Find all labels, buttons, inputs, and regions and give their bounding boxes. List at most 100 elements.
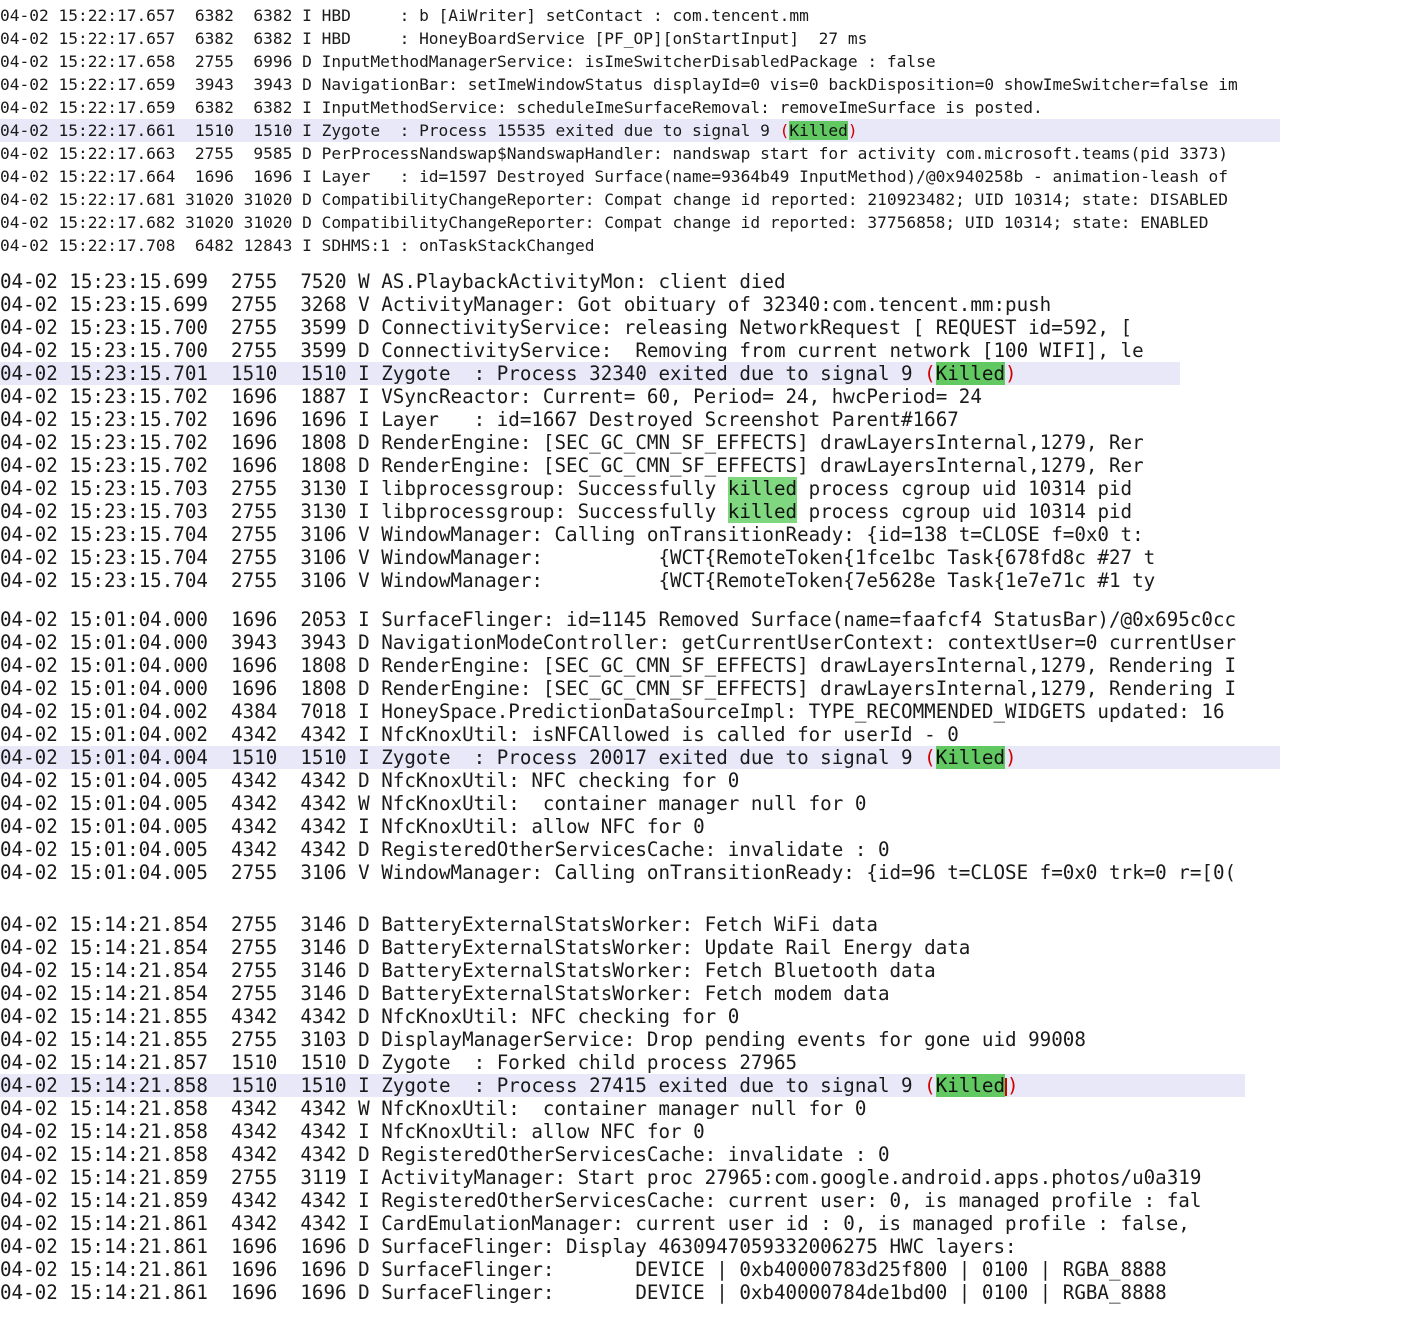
log-line[interactable]: 04-02 15:22:17.658 2755 6996 D InputMeth… [0,50,1280,73]
log-line[interactable]: 04-02 15:23:15.702 1696 1808 D RenderEng… [0,431,1180,454]
log-block-1: 04-02 15:22:17.657 6382 6382 I HBD : b [… [0,4,1280,257]
paren-close: ) [1005,746,1017,769]
log-line-text: 04-02 15:14:21.857 1510 1510 D Zygote : … [0,1051,798,1074]
log-line-text: 04-02 15:01:04.004 1510 1510 I Zygote : … [0,746,925,769]
paren-open: ( [924,362,936,385]
log-line[interactable]: 04-02 15:22:17.681 31020 31020 D Compati… [0,188,1280,211]
log-line[interactable]: 04-02 15:14:21.858 4342 4342 I NfcKnoxUt… [0,1120,1245,1143]
log-line[interactable]: 04-02 15:23:15.700 2755 3599 D Connectiv… [0,339,1180,362]
log-line[interactable]: 04-02 15:14:21.861 1696 1696 D SurfaceFl… [0,1258,1245,1281]
log-line-highlighted[interactable]: 04-02 15:23:15.701 1510 1510 I Zygote : … [0,362,1180,385]
log-line[interactable]: 04-02 15:22:17.657 6382 6382 I HBD : b [… [0,4,1280,27]
log-block-2: 04-02 15:23:15.699 2755 7520 W AS.Playba… [0,270,1180,592]
log-line[interactable]: 04-02 15:23:15.703 2755 3130 I libproces… [0,477,1180,500]
paren-open: ( [924,746,936,769]
log-line[interactable]: 04-02 15:01:04.002 4342 4342 I NfcKnoxUt… [0,723,1280,746]
log-line[interactable]: 04-02 15:01:04.002 4384 7018 I HoneySpac… [0,700,1280,723]
log-line-text: 04-02 15:22:17.659 6382 6382 I InputMeth… [0,98,1043,117]
log-line-text: 04-02 15:22:17.663 2755 9585 D PerProces… [0,144,1228,163]
log-line-text: 04-02 15:01:04.005 4342 4342 I NfcKnoxUt… [0,815,705,838]
log-line-text: 04-02 15:14:21.858 4342 4342 I NfcKnoxUt… [0,1120,705,1143]
log-line[interactable]: 04-02 15:14:21.857 1510 1510 D Zygote : … [0,1051,1245,1074]
log-line[interactable]: 04-02 15:23:15.704 2755 3106 V WindowMan… [0,569,1180,592]
log-line-text: 04-02 15:23:15.699 2755 7520 W AS.Playba… [0,270,786,293]
log-line[interactable]: 04-02 15:22:17.664 1696 1696 I Layer : i… [0,165,1280,188]
log-line[interactable]: 04-02 15:14:21.855 4342 4342 D NfcKnoxUt… [0,1005,1245,1028]
log-line-text: 04-02 15:01:04.002 4342 4342 I NfcKnoxUt… [0,723,959,746]
log-line[interactable]: 04-02 15:14:21.861 4342 4342 I CardEmula… [0,1212,1245,1235]
log-line[interactable]: 04-02 15:01:04.000 1696 1808 D RenderEng… [0,654,1280,677]
log-line-text: 04-02 15:14:21.854 2755 3146 D BatteryEx… [0,936,971,959]
log-line-text: 04-02 15:14:21.858 4342 4342 W NfcKnoxUt… [0,1097,867,1120]
log-line[interactable]: 04-02 15:01:04.000 1696 1808 D RenderEng… [0,677,1280,700]
log-line[interactable]: 04-02 15:23:15.699 2755 3268 V ActivityM… [0,293,1180,316]
log-line-text: 04-02 15:14:21.859 2755 3119 I ActivityM… [0,1166,1202,1189]
log-line[interactable]: 04-02 15:01:04.005 4342 4342 W NfcKnoxUt… [0,792,1280,815]
log-line[interactable]: 04-02 15:22:17.682 31020 31020 D Compati… [0,211,1280,234]
log-line-text: 04-02 15:14:21.861 1696 1696 D SurfaceFl… [0,1258,1167,1281]
log-line-text: 04-02 15:14:21.854 2755 3146 D BatteryEx… [0,982,890,1005]
log-line[interactable]: 04-02 15:01:04.005 2755 3106 V WindowMan… [0,861,1280,884]
log-line-text: 04-02 15:14:21.854 2755 3146 D BatteryEx… [0,959,936,982]
log-line-text: 04-02 15:01:04.005 4342 4342 D Registere… [0,838,890,861]
log-line-text: 04-02 15:23:15.703 2755 3130 I libproces… [0,500,728,523]
log-line[interactable]: 04-02 15:23:15.702 1696 1808 D RenderEng… [0,454,1180,477]
log-line-text: 04-02 15:23:15.701 1510 1510 I Zygote : … [0,362,925,385]
log-line[interactable]: 04-02 15:22:17.657 6382 6382 I HBD : Hon… [0,27,1280,50]
log-line-text: 04-02 15:14:21.861 1696 1696 D SurfaceFl… [0,1235,1017,1258]
log-line-highlighted[interactable]: 04-02 15:01:04.004 1510 1510 I Zygote : … [0,746,1280,769]
paren-close: ) [1007,1074,1019,1097]
search-match-highlight: killed [727,500,798,523]
log-line[interactable]: 04-02 15:23:15.703 2755 3130 I libproces… [0,500,1180,523]
log-line-highlighted[interactable]: 04-02 15:14:21.858 1510 1510 I Zygote : … [0,1074,1245,1097]
log-line[interactable]: 04-02 15:14:21.859 2755 3119 I ActivityM… [0,1166,1245,1189]
paren-open: ( [779,121,790,140]
log-line[interactable]: 04-02 15:14:21.854 2755 3146 D BatteryEx… [0,936,1245,959]
log-line-text: 04-02 15:22:17.681 31020 31020 D Compati… [0,190,1228,209]
log-line[interactable]: 04-02 15:14:21.861 1696 1696 D SurfaceFl… [0,1281,1245,1304]
paren-close: ) [1005,362,1017,385]
log-line[interactable]: 04-02 15:14:21.858 4342 4342 W NfcKnoxUt… [0,1097,1245,1120]
log-line[interactable]: 04-02 15:01:04.005 4342 4342 D NfcKnoxUt… [0,769,1280,792]
log-line[interactable]: 04-02 15:14:21.854 2755 3146 D BatteryEx… [0,982,1245,1005]
log-line[interactable]: 04-02 15:23:15.702 1696 1887 I VSyncReac… [0,385,1180,408]
log-line[interactable]: 04-02 15:22:17.663 2755 9585 D PerProces… [0,142,1280,165]
log-line[interactable]: 04-02 15:22:17.708 6482 12843 I SDHMS:1 … [0,234,1280,257]
log-line-text: 04-02 15:01:04.005 4342 4342 W NfcKnoxUt… [0,792,867,815]
log-line[interactable]: 04-02 15:23:15.704 2755 3106 V WindowMan… [0,546,1180,569]
log-line-text: 04-02 15:22:17.659 3943 3943 D Navigatio… [0,75,1238,94]
log-line[interactable]: 04-02 15:22:17.659 3943 3943 D Navigatio… [0,73,1280,96]
log-line[interactable]: 04-02 15:23:15.702 1696 1696 I Layer : i… [0,408,1180,431]
log-line[interactable]: 04-02 15:14:21.861 1696 1696 D SurfaceFl… [0,1235,1245,1258]
log-line-text: 04-02 15:23:15.702 1696 1887 I VSyncReac… [0,385,982,408]
log-line[interactable]: 04-02 15:14:21.859 4342 4342 I Registere… [0,1189,1245,1212]
log-line-text: 04-02 15:01:04.000 1696 2053 I SurfaceFl… [0,608,1237,631]
log-line[interactable]: 04-02 15:23:15.699 2755 7520 W AS.Playba… [0,270,1180,293]
log-line[interactable]: 04-02 15:01:04.000 1696 2053 I SurfaceFl… [0,608,1280,631]
log-line[interactable]: 04-02 15:23:15.704 2755 3106 V WindowMan… [0,523,1180,546]
log-line-highlighted[interactable]: 04-02 15:22:17.661 1510 1510 I Zygote : … [0,119,1280,142]
log-line[interactable]: 04-02 15:14:21.858 4342 4342 D Registere… [0,1143,1245,1166]
log-line-text: 04-02 15:23:15.703 2755 3130 I libproces… [0,477,728,500]
log-line-text: 04-02 15:23:15.704 2755 3106 V WindowMan… [0,523,1144,546]
log-block-3: 04-02 15:01:04.000 1696 2053 I SurfaceFl… [0,608,1280,884]
log-block-4: 04-02 15:14:21.854 2755 3146 D BatteryEx… [0,913,1245,1304]
paren-close: ) [847,121,858,140]
log-line-text: 04-02 15:01:04.000 1696 1808 D RenderEng… [0,677,1237,700]
log-line-text: 04-02 15:23:15.702 1696 1696 I Layer : i… [0,408,959,431]
log-line-text: 04-02 15:23:15.699 2755 3268 V ActivityM… [0,293,1052,316]
log-line[interactable]: 04-02 15:14:21.854 2755 3146 D BatteryEx… [0,959,1245,982]
search-match-highlight: Killed [935,362,1006,385]
log-line[interactable]: 04-02 15:22:17.659 6382 6382 I InputMeth… [0,96,1280,119]
log-line[interactable]: 04-02 15:14:21.855 2755 3103 D DisplayMa… [0,1028,1245,1051]
paren-open: ( [924,1074,936,1097]
log-line-text-after: process cgroup uid 10314 pid [797,500,1133,523]
log-line[interactable]: 04-02 15:23:15.700 2755 3599 D Connectiv… [0,316,1180,339]
log-line-text: 04-02 15:14:21.858 1510 1510 I Zygote : … [0,1074,925,1097]
log-line[interactable]: 04-02 15:01:04.005 4342 4342 D Registere… [0,838,1280,861]
log-line[interactable]: 04-02 15:01:04.000 3943 3943 D Navigatio… [0,631,1280,654]
log-line[interactable]: 04-02 15:01:04.005 4342 4342 I NfcKnoxUt… [0,815,1280,838]
log-line[interactable]: 04-02 15:14:21.854 2755 3146 D BatteryEx… [0,913,1245,936]
log-line-text: 04-02 15:01:04.005 4342 4342 D NfcKnoxUt… [0,769,740,792]
search-match-highlight: killed [727,477,798,500]
